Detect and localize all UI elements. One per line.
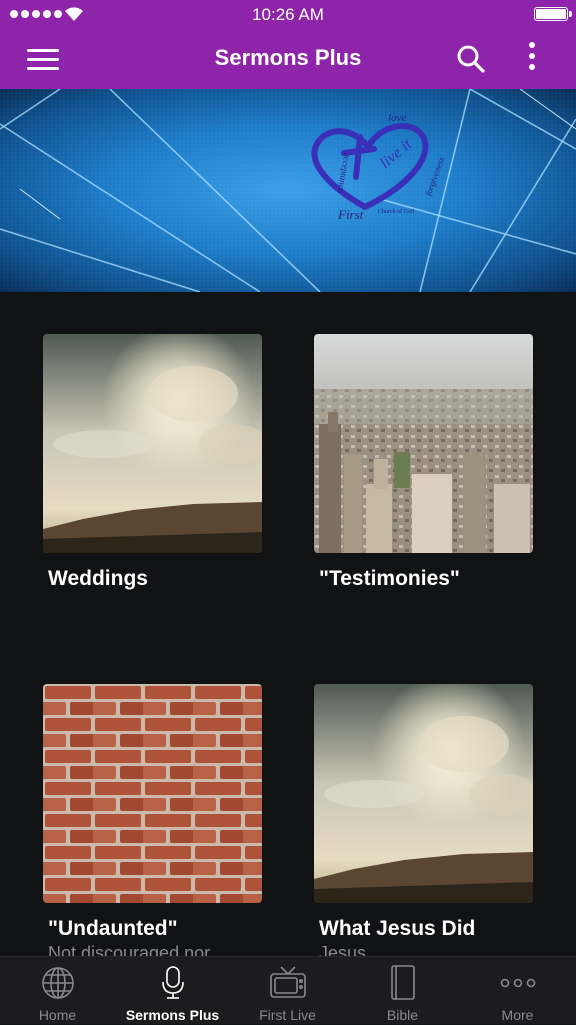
tab-label: Bible xyxy=(386,1007,419,1023)
series-card[interactable]: "Undaunted" Not discouraged nor xyxy=(43,684,262,956)
series-thumbnail xyxy=(314,684,533,903)
vertical-dots-icon[interactable] xyxy=(522,42,542,76)
status-bar: 10:26 AM xyxy=(0,0,576,30)
logo-word-forgiveness: forgiveness xyxy=(423,155,446,197)
sermon-series-grid: Weddings "Testimonies" "Undaunted" Not d… xyxy=(0,292,576,956)
app-header: Sermons Plus xyxy=(0,30,576,89)
tab-home[interactable]: Home xyxy=(0,957,115,1025)
sky-clouds-image xyxy=(43,334,262,553)
series-title: "Testimonies" xyxy=(319,567,460,590)
light-beams-graphic xyxy=(0,89,576,292)
tab-label: Sermons Plus xyxy=(125,1007,220,1023)
series-thumbnail xyxy=(43,334,262,553)
series-card[interactable]: "Testimonies" xyxy=(314,334,533,593)
logo-tag: Church of God xyxy=(378,208,414,215)
logo-word-love: love xyxy=(388,112,406,124)
series-title: Weddings xyxy=(48,567,148,590)
battery-icon xyxy=(534,7,572,21)
tab-first-live[interactable]: First Live xyxy=(230,957,345,1025)
brick-wall-image xyxy=(43,684,262,903)
church-logo: love live it forgiveness acceptance Firs… xyxy=(311,112,447,222)
hamburger-menu-icon[interactable] xyxy=(27,49,59,71)
series-subtitle: Jesus xyxy=(319,943,367,956)
logo-word-acceptance: acceptance xyxy=(336,152,353,194)
status-time: 10:26 AM xyxy=(252,5,324,24)
tab-label: Home xyxy=(38,1007,77,1023)
microphone-icon xyxy=(161,966,184,999)
tab-sermons-plus[interactable]: Sermons Plus xyxy=(115,957,230,1025)
tv-icon xyxy=(269,966,306,998)
bottom-tab-bar: Home Sermons Plus First Live Bible More xyxy=(0,956,576,1024)
tab-label: First Live xyxy=(259,1007,316,1023)
church-banner: love live it forgiveness acceptance Firs… xyxy=(0,89,576,292)
sky-clouds-image xyxy=(314,684,533,903)
search-icon[interactable] xyxy=(456,44,486,74)
series-thumbnail xyxy=(43,684,262,903)
tab-more[interactable]: More xyxy=(460,957,575,1025)
series-title: What Jesus Did xyxy=(319,917,476,940)
globe-icon xyxy=(41,967,74,999)
tab-label: More xyxy=(501,1007,534,1023)
series-title: "Undaunted" xyxy=(48,917,178,940)
page-title: Sermons Plus xyxy=(214,45,362,70)
series-card[interactable]: Weddings xyxy=(43,334,262,593)
series-thumbnail xyxy=(314,334,533,553)
more-dots-icon xyxy=(500,978,535,988)
book-icon xyxy=(390,965,415,1000)
series-card[interactable]: What Jesus Did Jesus xyxy=(314,684,533,956)
logo-brand: First xyxy=(337,207,364,222)
city-skyline-image xyxy=(314,334,533,553)
logo-word-live-it: live it xyxy=(377,136,416,173)
tab-bible[interactable]: Bible xyxy=(345,957,460,1025)
series-subtitle: Not discouraged nor xyxy=(48,943,211,956)
